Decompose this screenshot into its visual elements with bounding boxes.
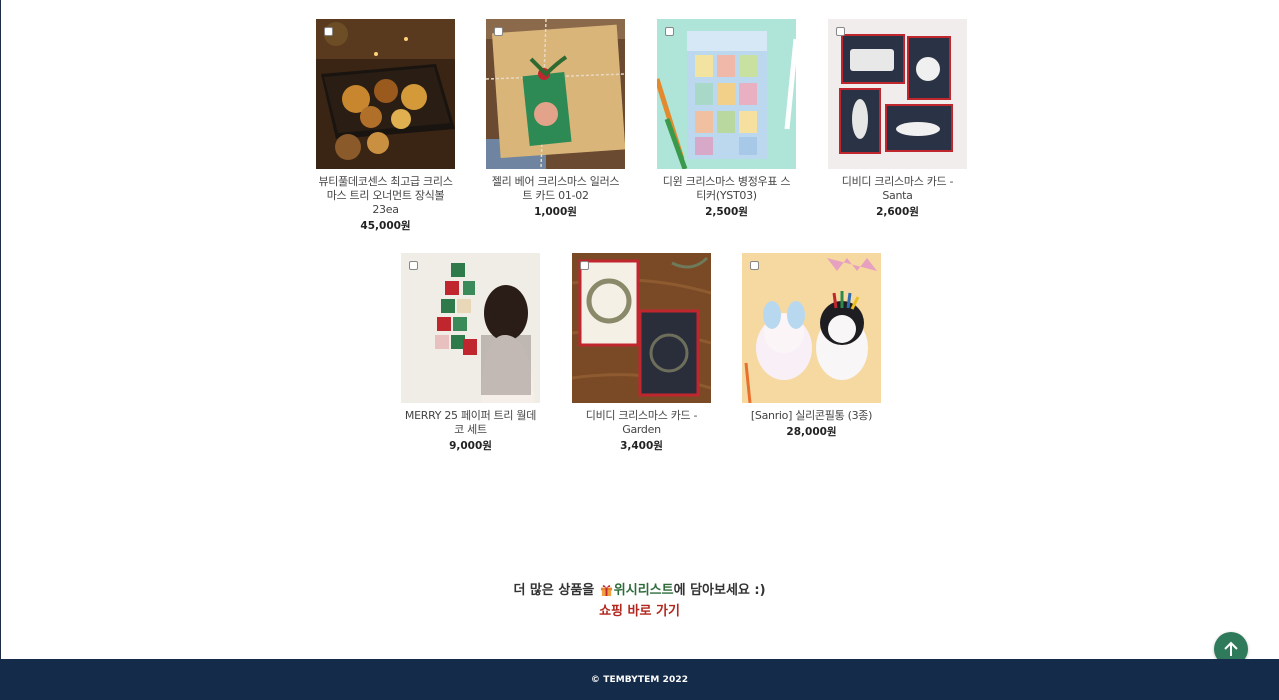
product-price: 28,000원 [786, 426, 837, 438]
product-name[interactable]: 디윈 크리스마스 병정우표 스티커(YST03) [657, 175, 796, 203]
product-card[interactable]: 디비디 크리스마스 카드 - Santa 2,600원 [828, 19, 967, 219]
product-name[interactable]: 디비디 크리스마스 카드 - Garden [572, 409, 711, 437]
promo-text-before: 더 많은 상품을 [513, 583, 599, 598]
product-price: 1,000원 [534, 206, 577, 218]
product-image[interactable] [572, 253, 711, 403]
product-image[interactable] [401, 253, 540, 403]
product-card[interactable]: [Sanrio] 실리콘필통 (3종) 28,000원 [742, 253, 881, 439]
promo-message: 더 많은 상품을 위시리스트에 담아보세요 :) [0, 581, 1279, 600]
product-image[interactable] [828, 19, 967, 169]
product-select-checkbox[interactable] [409, 261, 418, 270]
copyright-text: © TEMBYTEM 2022 [590, 674, 689, 685]
product-image[interactable] [742, 253, 881, 403]
product-image[interactable] [316, 19, 455, 169]
product-price: 2,500원 [705, 206, 748, 218]
product-select-checkbox[interactable] [494, 27, 503, 36]
product-card[interactable]: 젤리 베어 크리스마스 일러스트 카드 01-02 1,000원 [486, 19, 625, 219]
go-shopping-link[interactable]: 쇼핑 바로 가기 [599, 602, 680, 621]
product-card[interactable]: 디윈 크리스마스 병정우표 스티커(YST03) 2,500원 [657, 19, 796, 219]
product-name[interactable]: MERRY 25 페이퍼 트리 월데코 세트 [401, 409, 540, 437]
product-name[interactable]: 디비디 크리스마스 카드 - Santa [828, 175, 967, 203]
product-select-checkbox[interactable] [665, 27, 674, 36]
product-name[interactable]: 젤리 베어 크리스마스 일러스트 카드 01-02 [486, 175, 625, 203]
wishlist-label: 위시리스트 [613, 583, 674, 598]
product-name[interactable]: [Sanrio] 실리콘필통 (3종) [742, 409, 881, 423]
product-card[interactable]: 뷰티풀데코센스 최고급 크리스마스 트리 오너먼트 장식볼 23ea 45,00… [316, 19, 455, 233]
promo-text-after: 에 담아보세요 :) [673, 583, 766, 598]
product-price: 9,000원 [449, 440, 492, 452]
product-select-checkbox[interactable] [836, 27, 845, 36]
footer: © TEMBYTEM 2022 [0, 659, 1279, 700]
product-price: 3,400원 [620, 440, 663, 452]
product-card[interactable]: 디비디 크리스마스 카드 - Garden 3,400원 [572, 253, 711, 453]
product-select-checkbox[interactable] [324, 27, 333, 36]
product-select-checkbox[interactable] [750, 261, 759, 270]
gift-icon [600, 585, 612, 596]
product-price: 2,600원 [876, 206, 919, 218]
product-name[interactable]: 뷰티풀데코센스 최고급 크리스마스 트리 오너먼트 장식볼 23ea [316, 175, 455, 217]
product-card[interactable]: MERRY 25 페이퍼 트리 월데코 세트 9,000원 [401, 253, 540, 453]
wishlist-promo: 더 많은 상품을 위시리스트에 담아보세요 :) 쇼핑 바로 가기 [0, 581, 1279, 621]
product-price: 45,000원 [360, 220, 411, 232]
product-select-checkbox[interactable] [580, 261, 589, 270]
product-image[interactable] [486, 19, 625, 169]
arrow-up-icon [1224, 641, 1238, 656]
product-image[interactable] [657, 19, 796, 169]
